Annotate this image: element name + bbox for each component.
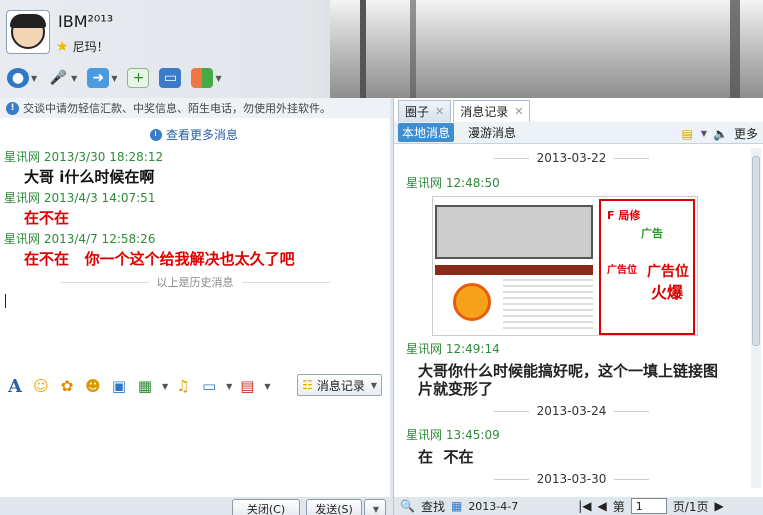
send-button[interactable]: 发送(S) — [306, 499, 362, 515]
tab-circle[interactable]: 圈子 ✕ — [398, 100, 452, 122]
history-divider: 以上是历史消息 — [0, 274, 390, 290]
message-history-button[interactable]: ☷ 消息记录 ▼ — [297, 374, 382, 396]
file-transfer-icon: ➜ — [87, 68, 110, 88]
date-divider: 2013-03-30 — [394, 472, 749, 486]
gift-icon[interactable]: ▤ — [236, 375, 258, 397]
message-image[interactable]: F 局修 广告 广告位 广告位 火爆 — [432, 196, 698, 336]
font-icon[interactable]: A — [4, 375, 26, 397]
add-app-button[interactable]: + — [124, 65, 152, 91]
apps-icon — [191, 68, 214, 88]
clock-icon — [150, 128, 162, 141]
history-label: 以上是历史消息 — [156, 276, 234, 289]
add-app-icon: + — [127, 68, 150, 88]
voice-call-icon: 🎤 — [49, 70, 67, 86]
tab-circle-label: 圈子 — [405, 105, 430, 119]
message-header: 星讯网 13:45:09 — [406, 428, 500, 442]
close-icon[interactable]: ✕ — [514, 105, 523, 118]
screenshot-icon[interactable]: ▣ — [108, 375, 130, 397]
date-divider: 2013-03-24 — [394, 404, 749, 418]
safety-notice-text: 交谈中请勿轻信汇款、中奖信息、陌生电话，勿使用外挂软件。 — [23, 102, 331, 115]
music-icon[interactable]: ♫ — [172, 375, 194, 397]
history-scrollbar[interactable] — [751, 148, 761, 488]
avatar[interactable] — [6, 10, 50, 54]
star-icon: ★ — [56, 38, 69, 55]
history-pane: 圈子 ✕ 消息记录 ✕ 本地消息 漫游消息 ▤ ▼ 🔈 更多 2013-03-22 星… — [393, 98, 763, 515]
subtab-roaming[interactable]: 漫游消息 — [464, 123, 520, 142]
next-page-icon[interactable]: ▶ — [714, 499, 723, 513]
page-suffix: 页/1页 — [672, 499, 709, 514]
view-more-messages-label: 查看更多消息 — [166, 128, 239, 142]
subtab-local[interactable]: 本地消息 — [398, 123, 455, 142]
logo-icon — [453, 283, 491, 321]
export-icon[interactable]: ▤ — [682, 127, 693, 141]
view-more-messages-link[interactable]: 查看更多消息 — [150, 126, 238, 143]
screen-share-icon[interactable]: ▭ — [198, 375, 220, 397]
message-header: 星讯网 12:49:14 — [406, 342, 500, 356]
prev-page-icon[interactable]: ◀ — [598, 499, 607, 513]
chat-pane: ! 交谈中请勿轻信汇款、中奖信息、陌生电话，勿使用外挂软件。 查看更多消息 星讯… — [0, 98, 390, 515]
history-subtabs: 本地消息 漫游消息 ▤ ▼ 🔈 更多 — [394, 122, 763, 144]
status-text: 尼玛！ — [72, 40, 109, 54]
apps-button[interactable]: ▼ — [188, 65, 224, 91]
magic-face-icon[interactable]: ☻ — [82, 375, 104, 397]
message-text: 在 不在 — [418, 448, 474, 466]
page-input[interactable]: 1 — [630, 498, 667, 514]
message-header: 星讯网 12:48:50 — [406, 176, 500, 190]
message-header: 星讯网 2013/4/3 14:07:51 — [4, 191, 156, 205]
info-icon: ! — [6, 101, 19, 115]
file-transfer-button[interactable]: ➜ ▼ — [84, 65, 120, 91]
main-toolbar: ● ▼ 🎤 ▼ ➜ ▼ + ▭ ▼ — [4, 64, 225, 92]
window-header: IBM²⁰¹³ ★ 尼玛！ ● ▼ 🎤 ▼ ➜ ▼ + ▭ ▼ — [0, 0, 763, 98]
message-text: 大哥 i什么时候在啊 — [24, 168, 155, 186]
tab-message-history[interactable]: 消息记录 ✕ — [453, 100, 531, 122]
send-options-button[interactable]: ▼ — [364, 499, 386, 515]
message-history-label: 消息记录 — [316, 378, 365, 393]
message-header: 星讯网 2013/3/30 18:28:12 — [4, 150, 164, 164]
date-field[interactable]: 2013-4-7 — [468, 500, 518, 513]
remote-assist-button[interactable]: ▭ — [156, 65, 184, 91]
calendar-icon[interactable]: ▦ — [451, 499, 462, 513]
message-text: 在不在 你一个这个给我解决也太久了吧 — [24, 250, 295, 268]
safety-notice: ! 交谈中请勿轻信汇款、中奖信息、陌生电话，勿使用外挂软件。 — [0, 98, 390, 118]
video-call-button[interactable]: ● ▼ — [4, 65, 40, 91]
contact-name: IBM²⁰¹³ — [58, 12, 114, 31]
page-prefix: 第 — [612, 499, 625, 514]
date-divider: 2013-03-22 — [394, 151, 749, 165]
voice-call-button[interactable]: 🎤 ▼ — [44, 65, 80, 91]
message-text: 大哥你什么时候能搞好呢，这个一填上链接图片就变形了 — [418, 362, 719, 398]
close-button[interactable]: 关闭(C) — [232, 499, 300, 515]
history-bottom-bar: 🔍 查找 ▦ 2013-4-7 |◀ ◀ 第 1 页/1页 ▶ — [394, 497, 763, 515]
search-button[interactable]: 查找 — [421, 498, 445, 515]
emoji-icon[interactable]: ☺ — [30, 375, 52, 397]
message-header: 星讯网 2013/4/7 12:58:26 — [4, 232, 156, 246]
right-tabs: 圈子 ✕ 消息记录 ✕ — [394, 100, 531, 122]
message-text: 在不在 — [24, 209, 70, 227]
first-page-icon[interactable]: |◀ — [578, 499, 591, 513]
search-icon[interactable]: 🔍 — [400, 499, 415, 513]
skin-background — [330, 0, 763, 98]
sound-icon[interactable]: 🔈 — [713, 127, 728, 141]
close-icon[interactable]: ✕ — [435, 105, 444, 118]
image-icon[interactable]: ▦ — [134, 375, 156, 397]
contact-status: ★ 尼玛！ — [56, 38, 109, 55]
video-call-icon: ● — [7, 68, 29, 88]
remote-assist-icon: ▭ — [159, 68, 182, 88]
more-button[interactable]: 更多 — [734, 125, 758, 142]
text-cursor — [5, 294, 6, 308]
history-icon: ☷ — [302, 378, 313, 392]
history-tools: ▤ ▼ 🔈 更多 — [681, 125, 758, 142]
sticker-icon[interactable]: ✿ — [56, 375, 78, 397]
tab-message-history-label: 消息记录 — [460, 105, 509, 119]
